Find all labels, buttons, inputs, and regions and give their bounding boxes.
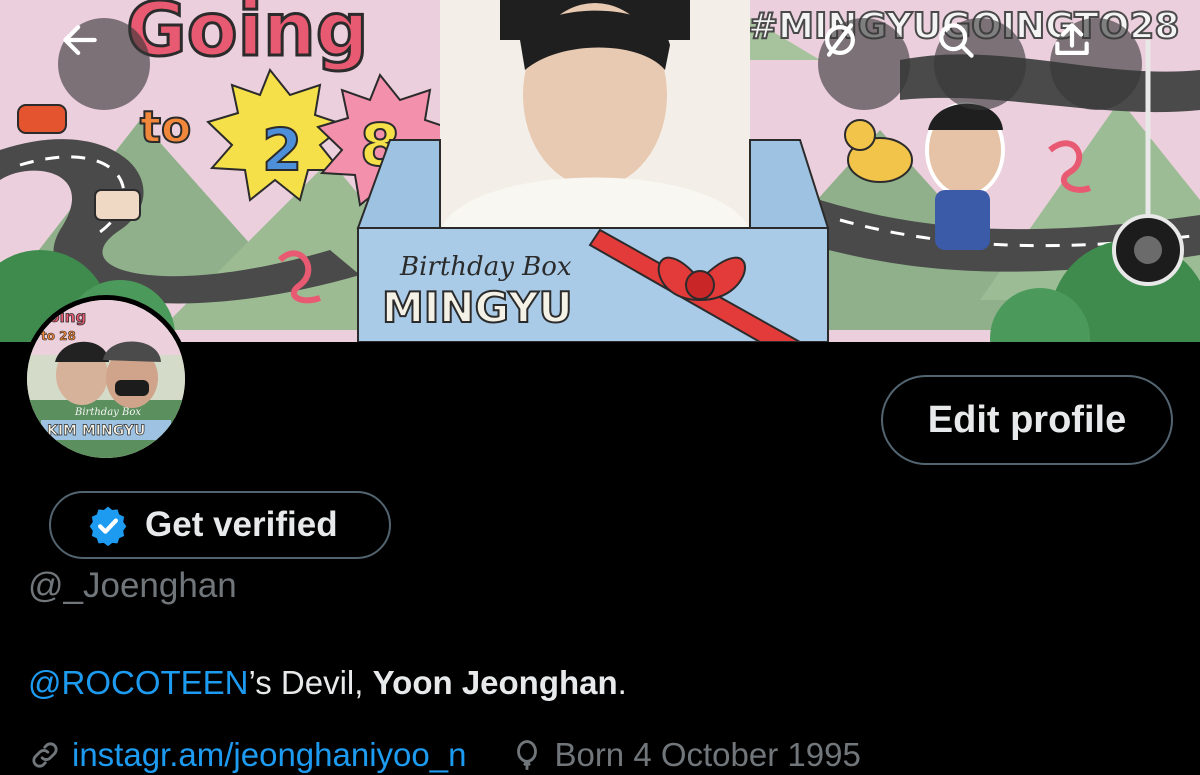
avatar-artwork: Going to 28 Birthday Box KIM MINGYU bbox=[27, 300, 185, 458]
share-button[interactable] bbox=[1050, 18, 1142, 110]
avatar-image: Going to 28 Birthday Box KIM MINGYU bbox=[27, 300, 185, 458]
profile-bio: @ROCOTEEN’s Devil, Yoon Jeonghan. bbox=[28, 664, 627, 702]
verified-badge-icon bbox=[89, 506, 127, 546]
block-button[interactable] bbox=[818, 18, 910, 110]
birthday-text: Born 4 October 1995 bbox=[554, 736, 861, 773]
avatar-subtitle: Birthday Box bbox=[74, 407, 141, 418]
bio-end: . bbox=[617, 664, 627, 701]
search-button[interactable] bbox=[934, 18, 1026, 110]
get-verified-label: Get verified bbox=[145, 505, 338, 544]
circle-slash-icon bbox=[825, 23, 855, 57]
banner-box-title: MINGYU bbox=[382, 283, 573, 332]
share-upload-icon bbox=[1055, 23, 1089, 55]
edit-profile-label: Edit profile bbox=[927, 398, 1127, 441]
link-icon bbox=[32, 742, 58, 768]
bio-bold-name: Yoon Jeonghan bbox=[372, 664, 618, 701]
avatar[interactable]: Going to 28 Birthday Box KIM MINGYU bbox=[22, 295, 190, 463]
search-icon bbox=[939, 23, 974, 58]
banner-digit-2: 2 bbox=[262, 116, 302, 184]
banner-box-subtitle: Birthday Box bbox=[399, 252, 572, 282]
profile-banner[interactable]: Going 2 8 to #MINGYUGOINGTO28 Birthday B… bbox=[0, 0, 1200, 342]
edit-profile-button[interactable]: Edit profile bbox=[881, 375, 1173, 465]
banner-headline: Going bbox=[125, 0, 371, 75]
banner-headline-text: Going bbox=[126, 0, 369, 73]
bio-mention-link[interactable]: @ROCOTEEN bbox=[28, 664, 249, 701]
back-button[interactable] bbox=[58, 18, 150, 110]
arrow-left-icon bbox=[63, 25, 97, 55]
avatar-title: KIM MINGYU bbox=[47, 423, 145, 439]
avatar-badge-line-2: to 28 bbox=[41, 329, 76, 343]
profile-meta: instagr.am/jeonghaniyoo_n Born 4 October… bbox=[28, 736, 861, 774]
bio-text: ’s Devil, bbox=[248, 664, 373, 701]
get-verified-button[interactable]: Get verified bbox=[49, 491, 391, 559]
website-link[interactable]: instagr.am/jeonghaniyoo_n bbox=[72, 736, 466, 774]
banner-to-text: to bbox=[140, 102, 191, 153]
balloon-icon bbox=[517, 740, 538, 770]
profile-handle: @_Joenghan bbox=[28, 566, 237, 605]
